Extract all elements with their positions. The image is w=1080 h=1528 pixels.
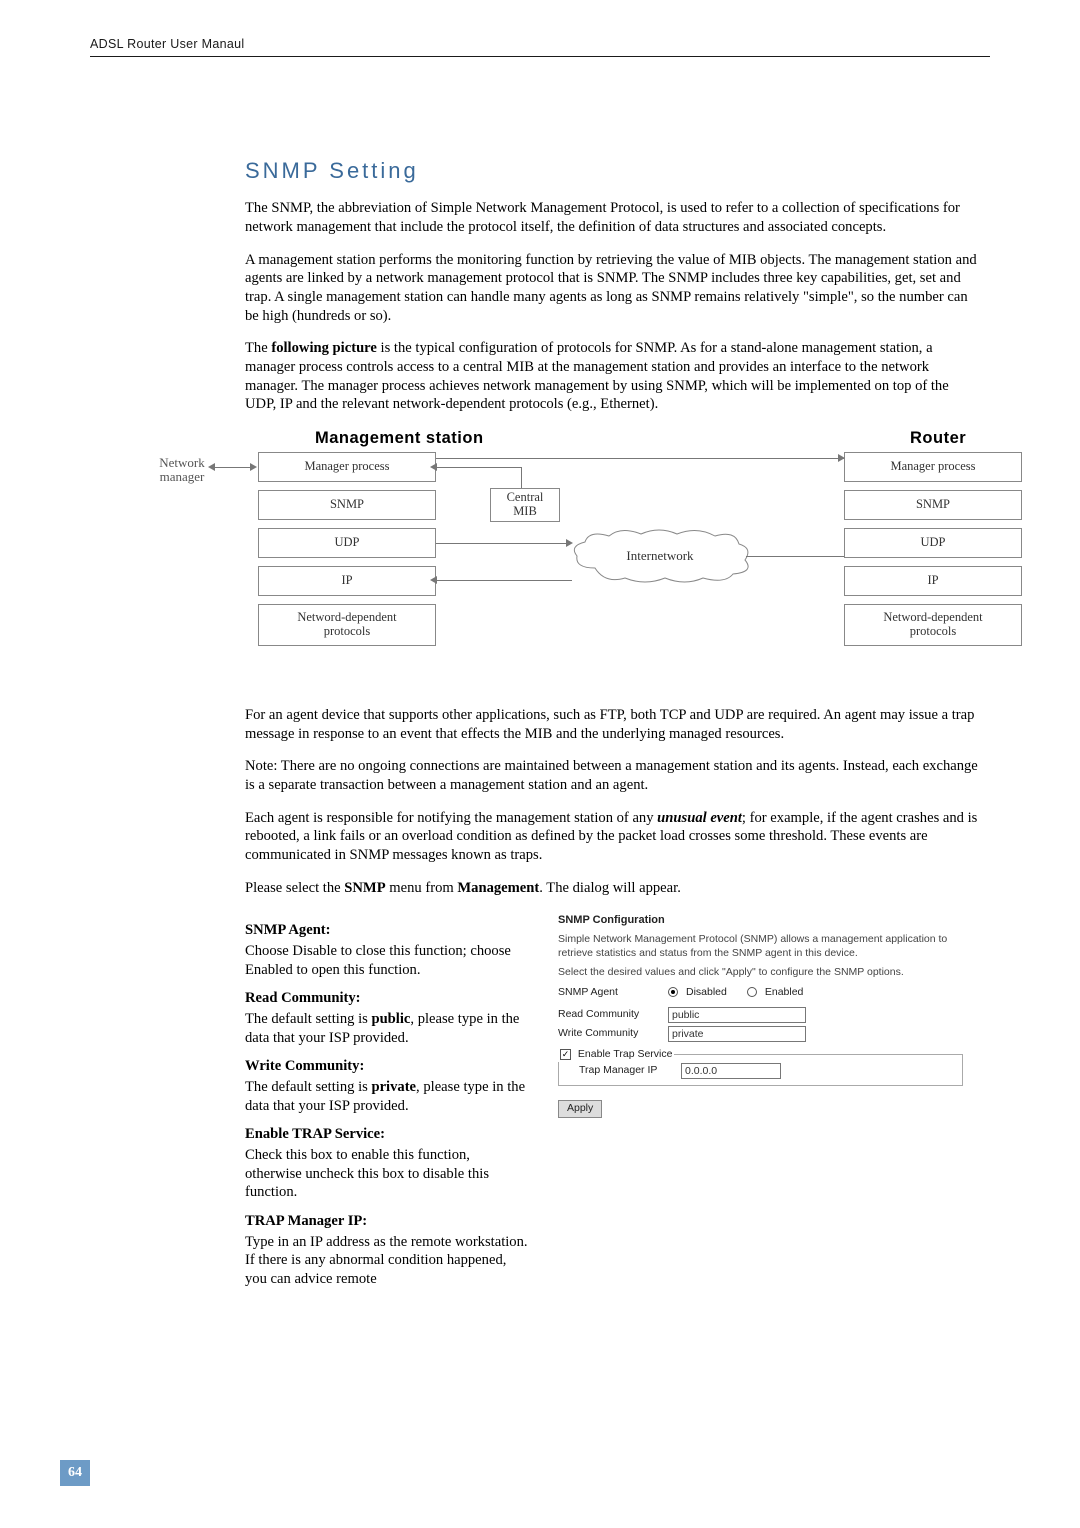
paragraph: The following picture is the typical con… (245, 339, 980, 414)
cloud-label: Internetwork (626, 548, 693, 565)
stack-box-snmp: SNMP (844, 490, 1022, 520)
text-bold: Management (457, 880, 539, 896)
running-header: ADSL Router User Manaul (90, 36, 990, 57)
stack-box-udp: UDP (258, 528, 436, 558)
stack-box-snmp: SNMP (258, 490, 436, 520)
diagram-title-management: Management station (315, 428, 484, 449)
subbody: Type in an IP address as the remote work… (245, 1233, 530, 1289)
radio-disabled-label: Disabled (686, 986, 727, 999)
write-community-input[interactable] (668, 1026, 806, 1042)
stack-box-manager-process: Manager process (844, 452, 1022, 482)
text-bold: private (371, 1079, 416, 1095)
snmp-config-panel: SNMP Configuration Simple Network Manage… (558, 913, 963, 1118)
page-number: 64 (60, 1460, 90, 1486)
subhead-snmp-agent: SNMP Agent: (245, 921, 530, 940)
subbody: Choose Disable to close this function; c… (245, 942, 530, 979)
stack-box-netdep: Netword-dependent protocols (258, 604, 436, 646)
text-bold-italic: unusual event (657, 810, 742, 826)
internetwork-cloud: Internetwork (565, 528, 755, 584)
subhead-read-community: Read Community: (245, 989, 530, 1008)
subbody: The default setting is private, please t… (245, 1078, 530, 1115)
text: Network (159, 455, 205, 470)
radio-disabled[interactable] (668, 987, 678, 997)
text: MIB (513, 505, 537, 519)
stack-box-netdep: Netword-dependent protocols (844, 604, 1022, 646)
read-community-label: Read Community (558, 1008, 662, 1021)
paragraph: Each agent is responsible for notifying … (245, 809, 980, 865)
subhead-enable-trap: Enable TRAP Service: (245, 1125, 530, 1144)
paragraph: The SNMP, the abbreviation of Simple Net… (245, 199, 980, 236)
stack-box-ip: IP (258, 566, 436, 596)
text: manager (160, 469, 205, 484)
enable-trap-checkbox[interactable] (560, 1049, 571, 1060)
paragraph: A management station performs the monito… (245, 251, 980, 326)
apply-button[interactable]: Apply (558, 1100, 602, 1118)
subbody: The default setting is public, please ty… (245, 1010, 530, 1047)
section-title: SNMP Setting (245, 157, 980, 185)
read-community-input[interactable] (668, 1007, 806, 1023)
subbody: Check this box to enable this function, … (245, 1146, 530, 1202)
text: The (245, 340, 271, 356)
trap-ip-label: Trap Manager IP (579, 1064, 675, 1077)
enable-trap-label: Enable Trap Service (578, 1048, 673, 1060)
text-bold: public (371, 1011, 410, 1027)
panel-title: SNMP Configuration (558, 913, 963, 927)
text-bold: SNMP (344, 880, 385, 896)
text: Central (507, 491, 544, 505)
text: The default setting is (245, 1011, 371, 1027)
text: Each agent is responsible for notifying … (245, 810, 657, 826)
subhead-write-community: Write Community: (245, 1057, 530, 1076)
central-mib-box: Central MIB (490, 488, 560, 522)
diagram: Management station Router Network manage… (90, 428, 980, 692)
stack-box-udp: UDP (844, 528, 1022, 558)
stack-box-manager-process: Manager process (258, 452, 436, 482)
paragraph: For an agent device that supports other … (245, 706, 980, 743)
text-bold: following picture (271, 340, 377, 356)
text: menu from (386, 880, 458, 896)
text: . The dialog will appear. (539, 880, 681, 896)
write-community-label: Write Community (558, 1027, 662, 1040)
paragraph: Please select the SNMP menu from Managem… (245, 879, 980, 898)
paragraph: Note: There are no ongoing connections a… (245, 757, 980, 794)
stack-box-ip: IP (844, 566, 1022, 596)
panel-hint: Select the desired values and click "App… (558, 966, 963, 979)
radio-enabled[interactable] (747, 987, 757, 997)
snmp-agent-label: SNMP Agent (558, 986, 662, 999)
text: The default setting is (245, 1079, 371, 1095)
panel-description: Simple Network Management Protocol (SNMP… (558, 933, 963, 960)
network-manager-label: Network manager (152, 456, 212, 485)
trap-ip-input[interactable] (681, 1063, 781, 1079)
radio-enabled-label: Enabled (765, 986, 804, 999)
subhead-trap-ip: TRAP Manager IP: (245, 1212, 530, 1231)
text: Please select the (245, 880, 344, 896)
diagram-title-router: Router (910, 428, 966, 449)
